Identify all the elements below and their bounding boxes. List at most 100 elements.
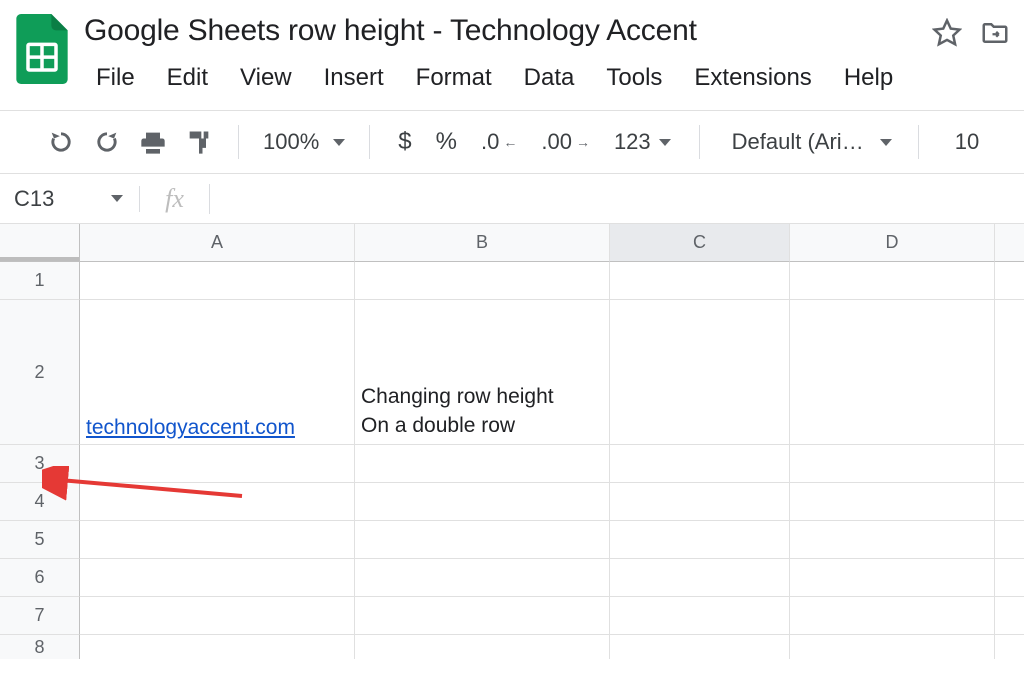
menubar: File Edit View Insert Format Data Tools … <box>82 50 932 96</box>
sheets-logo-icon[interactable] <box>12 8 72 90</box>
cell-C2[interactable] <box>610 300 790 445</box>
row-header-3[interactable]: 3 <box>0 445 80 483</box>
title-block: Google Sheets row height - Technology Ac… <box>82 8 932 96</box>
toolbar-divider <box>238 125 239 159</box>
toolbar-divider <box>369 125 370 159</box>
undo-button[interactable] <box>40 121 82 163</box>
row-8: 8 <box>0 635 1024 659</box>
cell-E8[interactable] <box>995 635 1024 659</box>
column-header-B[interactable]: B <box>355 224 610 262</box>
cell-E7[interactable] <box>995 597 1024 635</box>
column-header-D[interactable]: D <box>790 224 995 262</box>
row-header-5[interactable]: 5 <box>0 521 80 559</box>
document-title[interactable]: Google Sheets row height - Technology Ac… <box>82 8 932 50</box>
redo-button[interactable] <box>86 121 128 163</box>
font-size-input[interactable]: 10 <box>937 129 985 155</box>
cell-C6[interactable] <box>610 559 790 597</box>
toolbar-divider <box>699 125 700 159</box>
cell-D7[interactable] <box>790 597 995 635</box>
row-header-1[interactable]: 1 <box>0 262 80 300</box>
cell-A6[interactable] <box>80 559 355 597</box>
cell-E5[interactable] <box>995 521 1024 559</box>
zoom-dropdown[interactable]: 100% <box>257 129 351 155</box>
cell-C4[interactable] <box>610 483 790 521</box>
cell-D2[interactable] <box>790 300 995 445</box>
header-actions <box>932 8 1014 53</box>
cell-B6[interactable] <box>355 559 610 597</box>
cell-E3[interactable] <box>995 445 1024 483</box>
header: Google Sheets row height - Technology Ac… <box>0 0 1024 96</box>
cell-E4[interactable] <box>995 483 1024 521</box>
formula-bar-row: C13 fx <box>0 174 1024 224</box>
row-3: 3 <box>0 445 1024 483</box>
menu-file[interactable]: File <box>82 60 149 96</box>
cell-D6[interactable] <box>790 559 995 597</box>
column-header-E[interactable] <box>995 224 1024 262</box>
cell-B1[interactable] <box>355 262 610 300</box>
row-header-2[interactable]: 2 <box>0 300 80 445</box>
cell-A5[interactable] <box>80 521 355 559</box>
menu-insert[interactable]: Insert <box>310 60 398 96</box>
menu-edit[interactable]: Edit <box>153 60 222 96</box>
cell-A1[interactable] <box>80 262 355 300</box>
cell-E1[interactable] <box>995 262 1024 300</box>
formula-input[interactable] <box>210 174 1024 223</box>
cell-B3[interactable] <box>355 445 610 483</box>
row-header-7[interactable]: 7 <box>0 597 80 635</box>
paint-format-button[interactable] <box>178 121 220 163</box>
dec-label: .0 <box>481 129 499 155</box>
cell-C7[interactable] <box>610 597 790 635</box>
cell-C8[interactable] <box>610 635 790 659</box>
column-header-C[interactable]: C <box>610 224 790 262</box>
menu-help[interactable]: Help <box>830 60 907 96</box>
cell-B8[interactable] <box>355 635 610 659</box>
cell-A4[interactable] <box>80 483 355 521</box>
toolbar-divider <box>918 125 919 159</box>
row-header-8[interactable]: 8 <box>0 635 80 659</box>
menu-data[interactable]: Data <box>510 60 589 96</box>
cell-B4[interactable] <box>355 483 610 521</box>
cell-D3[interactable] <box>790 445 995 483</box>
menu-extensions[interactable]: Extensions <box>680 60 825 96</box>
cell-B5[interactable] <box>355 521 610 559</box>
cell-A8[interactable] <box>80 635 355 659</box>
cell-A7[interactable] <box>80 597 355 635</box>
cell-B7[interactable] <box>355 597 610 635</box>
increase-decimal-button[interactable]: .00 → <box>531 129 600 155</box>
chevron-down-icon <box>880 139 892 146</box>
name-box[interactable]: C13 <box>0 186 140 212</box>
row-7: 7 <box>0 597 1024 635</box>
select-all-corner[interactable] <box>0 224 80 262</box>
menu-tools[interactable]: Tools <box>592 60 676 96</box>
print-button[interactable] <box>132 121 174 163</box>
menu-view[interactable]: View <box>226 60 306 96</box>
row-1: 1 <box>0 262 1024 300</box>
cell-D1[interactable] <box>790 262 995 300</box>
more-formats-dropdown[interactable]: 123 <box>604 129 681 155</box>
cell-D4[interactable] <box>790 483 995 521</box>
star-icon[interactable] <box>932 18 962 53</box>
row-header-6[interactable]: 6 <box>0 559 80 597</box>
column-header-A[interactable]: A <box>80 224 355 262</box>
cell-D5[interactable] <box>790 521 995 559</box>
chevron-down-icon <box>659 139 671 146</box>
arrow-right-icon: → <box>576 135 590 149</box>
cell-E2[interactable] <box>995 300 1024 445</box>
row-header-4[interactable]: 4 <box>0 483 80 521</box>
column-headers: A B C D <box>0 224 1024 262</box>
cell-A2[interactable]: technologyaccent.com <box>80 300 355 445</box>
font-family-dropdown[interactable]: Default (Ari… <box>718 129 900 155</box>
cell-A2-link[interactable]: technologyaccent.com <box>86 416 295 440</box>
cell-C5[interactable] <box>610 521 790 559</box>
cell-D8[interactable] <box>790 635 995 659</box>
cell-C1[interactable] <box>610 262 790 300</box>
cell-B2[interactable]: Changing row height On a double row <box>355 300 610 445</box>
move-to-drive-icon[interactable] <box>980 18 1010 53</box>
menu-format[interactable]: Format <box>402 60 506 96</box>
cell-A3[interactable] <box>80 445 355 483</box>
decrease-decimal-button[interactable]: .0 ← <box>471 129 527 155</box>
format-percent-button[interactable]: % <box>426 128 467 156</box>
cell-E6[interactable] <box>995 559 1024 597</box>
cell-C3[interactable] <box>610 445 790 483</box>
format-currency-button[interactable]: $ <box>388 128 421 156</box>
